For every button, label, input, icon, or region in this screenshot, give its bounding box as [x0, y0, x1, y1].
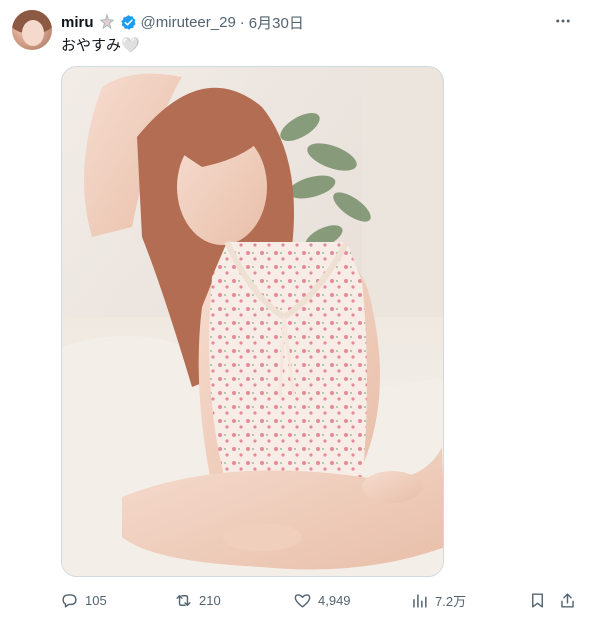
retweet-count: 210: [199, 592, 221, 608]
tweet-photo[interactable]: [61, 66, 444, 577]
tweet-date[interactable]: 6月30日: [249, 12, 304, 33]
view-count: 7.2万: [435, 593, 467, 609]
avatar[interactable]: [12, 10, 52, 50]
tweet-header: miru @miruteer_29 · 6月30日: [61, 12, 304, 32]
author-handle[interactable]: @miruteer_29: [141, 14, 236, 31]
reply-icon: [62, 593, 77, 608]
like-count: 4,949: [318, 592, 351, 608]
header-separator: ·: [239, 13, 245, 31]
views-button[interactable]: 7.2万: [410, 588, 466, 612]
tweet-text: おやすみ🤍: [61, 37, 140, 54]
analytics-icon: [413, 593, 427, 608]
bookmark-icon: [532, 592, 543, 608]
share-icon: [561, 592, 574, 608]
verified-badge-icon[interactable]: [120, 14, 137, 31]
more-options-icon[interactable]: [549, 10, 577, 32]
bookmark-button[interactable]: [528, 588, 547, 612]
tweet-actions: 105 210 4,949 7.2万: [50, 588, 580, 612]
retweet-icon: [176, 594, 191, 606]
like-button[interactable]: 4,949: [293, 588, 351, 612]
author-name[interactable]: miru: [61, 14, 94, 31]
reply-count: 105: [85, 592, 107, 608]
share-button[interactable]: [558, 588, 577, 612]
retweet-button[interactable]: 210: [174, 588, 221, 612]
heart-icon: [294, 593, 311, 608]
reply-button[interactable]: 105: [60, 588, 107, 612]
star-decoration-icon: [98, 13, 116, 31]
